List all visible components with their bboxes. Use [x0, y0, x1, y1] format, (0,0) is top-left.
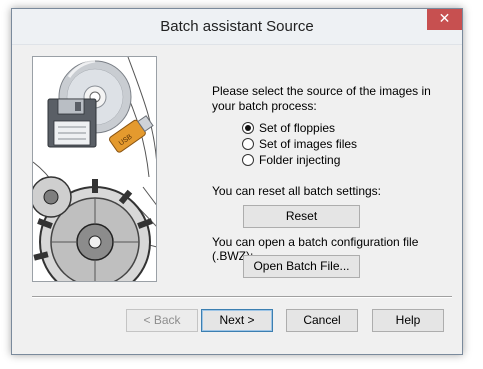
next-button[interactable]: Next > [201, 309, 273, 332]
source-prompt: Please select the source of the images i… [212, 84, 431, 113]
radio-button-floppies[interactable] [242, 122, 254, 134]
source-option-label: Folder injecting [259, 153, 341, 167]
source-option-label: Set of images files [259, 137, 358, 151]
close-icon: ✕ [438, 11, 451, 27]
source-option-floppies[interactable]: Set of floppies [242, 120, 335, 136]
source-option-image-files[interactable]: Set of images files [242, 136, 357, 152]
reset-button[interactable]: Reset [243, 205, 360, 228]
title-bar[interactable]: Batch assistant Source ✕ [12, 9, 462, 45]
close-button[interactable]: ✕ [427, 9, 462, 30]
help-button[interactable]: Help [372, 309, 444, 332]
source-option-folder-injecting[interactable]: Folder injecting [242, 152, 340, 168]
radio-button-folder-injecting[interactable] [242, 154, 254, 166]
footer-separator [32, 296, 452, 298]
media-gears-illustration: USB [33, 57, 156, 281]
open-batch-file-button[interactable]: Open Batch File... [243, 255, 360, 278]
reset-prompt: You can reset all batch settings: [212, 184, 381, 198]
batch-assistant-dialog: Batch assistant Source ✕ USB Please sele… [11, 8, 463, 355]
wizard-illustration: USB [32, 56, 157, 282]
floppy-disk-icon [47, 98, 97, 148]
radio-button-image-files[interactable] [242, 138, 254, 150]
cancel-button[interactable]: Cancel [286, 309, 358, 332]
back-button[interactable]: < Back [126, 309, 198, 332]
source-option-label: Set of floppies [259, 121, 336, 135]
window-title: Batch assistant Source [160, 18, 314, 35]
small-gear-illustration [33, 176, 72, 218]
